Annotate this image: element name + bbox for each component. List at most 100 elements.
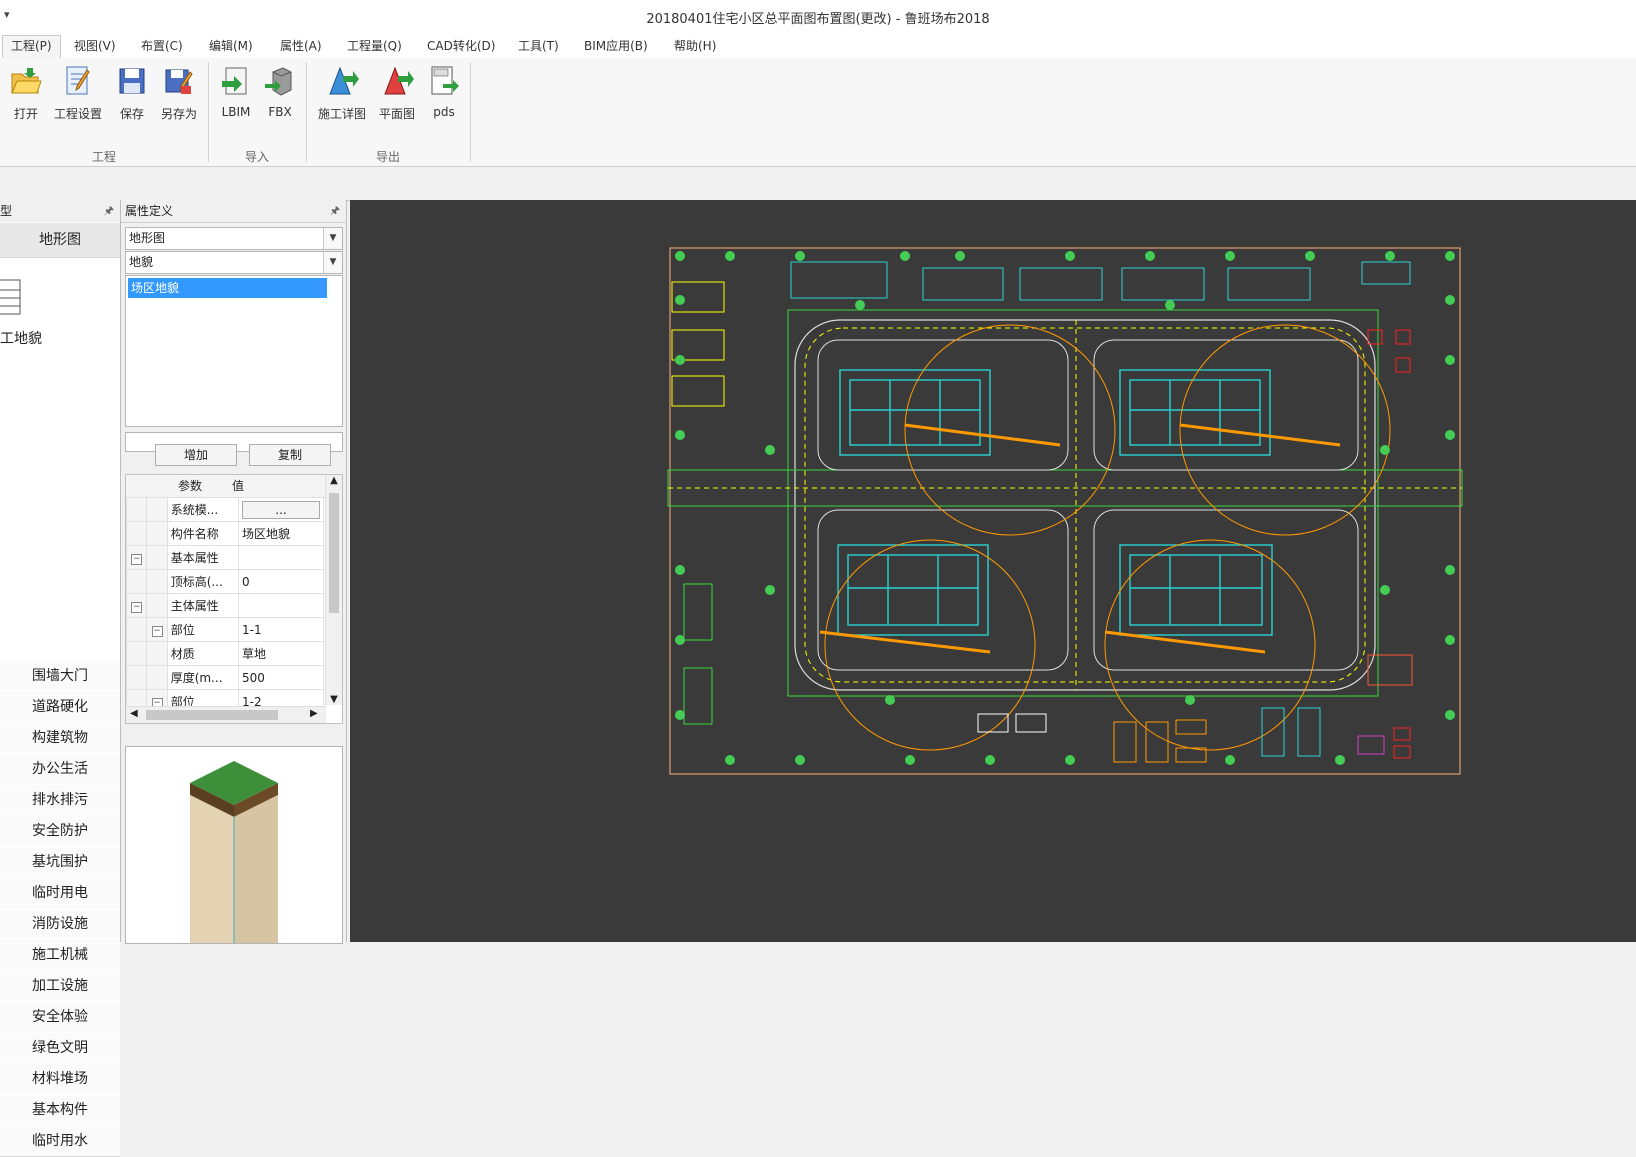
export-plan-button[interactable]: 平面图 xyxy=(374,64,420,122)
menu-view[interactable]: 视图(V) xyxy=(66,36,124,56)
title-bar: ▾ 20180401住宅小区总平面图布置图(更改) - 鲁班场布2018 xyxy=(0,0,1636,33)
param-key: 部位 xyxy=(166,617,240,642)
pin-icon[interactable]: 🖈 xyxy=(330,200,340,222)
menu-project[interactable]: 工程(P) xyxy=(2,35,61,59)
menu-cad-convert[interactable]: CAD转化(D) xyxy=(419,36,503,56)
category-water[interactable]: 临时用水 xyxy=(0,1125,120,1157)
add-button[interactable]: 增加 xyxy=(155,444,237,466)
pds-icon xyxy=(431,66,459,95)
save-button[interactable]: 保存 xyxy=(112,64,152,122)
param-value[interactable]: 500 xyxy=(238,665,324,690)
project-settings-button[interactable]: 工程设置 xyxy=(50,64,106,122)
building-ne xyxy=(1119,369,1271,456)
param-value[interactable]: 0 xyxy=(238,569,324,594)
category-wall-gate[interactable]: 围墙大门 xyxy=(0,660,120,692)
menu-tools[interactable]: 工具(T) xyxy=(510,36,567,56)
open-button[interactable]: 打开 xyxy=(6,64,46,122)
table-row: 系统模... ... xyxy=(126,497,324,522)
export-pds-button[interactable]: pds xyxy=(424,64,464,119)
menu-quantity[interactable]: 工程量(Q) xyxy=(339,36,410,56)
panel-title: 属性定义 xyxy=(125,204,174,218)
param-value[interactable]: 1-1 xyxy=(238,617,324,642)
category-road[interactable]: 道路硬化 xyxy=(0,691,120,723)
group-separator xyxy=(306,62,307,162)
category-green[interactable]: 绿色文明 xyxy=(0,1032,120,1064)
copy-button[interactable]: 复制 xyxy=(249,444,331,466)
category-structures[interactable]: 构建筑物 xyxy=(0,722,120,754)
category-pit[interactable]: 基坑围护 xyxy=(0,846,120,878)
param-key: 系统模... xyxy=(166,497,240,522)
category-machinery[interactable]: 施工机械 xyxy=(0,939,120,971)
cad-drawing-canvas[interactable] xyxy=(350,200,1636,942)
folder-open-icon xyxy=(11,68,42,94)
export-plan-label: 平面图 xyxy=(378,107,415,121)
import-lbim-button[interactable]: LBIM xyxy=(214,64,258,119)
table-row: 厚度(m... 500 xyxy=(126,665,324,690)
table-row: 顶标高(... 0 xyxy=(126,569,324,594)
scroll-thumb[interactable] xyxy=(146,710,278,720)
type-combo-value: 地形图 xyxy=(129,231,166,245)
vertical-scrollbar[interactable]: ▲ ▼ xyxy=(325,475,342,705)
scroll-thumb[interactable] xyxy=(329,493,339,613)
scroll-up-icon[interactable]: ▲ xyxy=(326,475,342,491)
param-value[interactable]: 场区地貌 xyxy=(238,521,324,546)
menu-bim[interactable]: BIM应用(B) xyxy=(576,36,656,56)
category-processing[interactable]: 加工设施 xyxy=(0,970,120,1002)
selected-category[interactable]: 地形图 xyxy=(0,222,120,258)
category-drainage[interactable]: 排水排污 xyxy=(0,784,120,816)
menu-bar: 工程(P) 视图(V) 布置(C) 编辑(M) 属性(A) 工程量(Q) CAD… xyxy=(0,32,1636,59)
save-as-label: 另存为 xyxy=(160,107,197,121)
param-key: 厚度(m... xyxy=(166,665,240,690)
category-fire[interactable]: 消防设施 xyxy=(0,908,120,940)
group-label-import: 导入 xyxy=(244,150,269,164)
window-title: 20180401住宅小区总平面图布置图(更改) - 鲁班场布2018 xyxy=(646,12,990,27)
category-power[interactable]: 临时用电 xyxy=(0,877,120,909)
category-item-label[interactable]: 工地貌 xyxy=(0,328,42,348)
collapse-toggle-icon[interactable]: − xyxy=(151,626,163,637)
category-safety[interactable]: 安全防护 xyxy=(0,815,120,847)
scroll-left-icon[interactable]: ◀ xyxy=(130,708,138,719)
param-key: 基本属性 xyxy=(166,545,240,570)
group-separator xyxy=(208,62,209,162)
import-fbx-button[interactable]: FBX xyxy=(260,64,300,119)
category-office[interactable]: 办公生活 xyxy=(0,753,120,785)
subtype-combo[interactable]: 地貌 ▼ xyxy=(125,251,343,274)
menu-layout[interactable]: 布置(C) xyxy=(133,36,191,56)
chevron-down-icon[interactable]: ▼ xyxy=(323,252,342,273)
list-item[interactable]: 场区地貌 xyxy=(128,278,327,298)
menu-edit[interactable]: 编辑(M) xyxy=(201,36,261,56)
chevron-down-icon[interactable]: ▼ xyxy=(323,228,342,249)
block-ne xyxy=(1093,339,1359,471)
menu-attributes[interactable]: 属性(A) xyxy=(272,36,330,56)
subtype-combo-value: 地貌 xyxy=(129,255,154,269)
table-row: − 基本属性 xyxy=(126,545,324,570)
collapse-toggle-icon[interactable]: − xyxy=(131,554,143,565)
ellipsis-button[interactable]: ... xyxy=(242,500,320,519)
param-value[interactable]: 草地 xyxy=(238,641,324,666)
building-se xyxy=(1119,544,1273,636)
param-value xyxy=(238,593,324,618)
category-material[interactable]: 材料堆场 xyxy=(0,1063,120,1095)
header-value: 值 xyxy=(232,479,245,493)
scroll-right-icon[interactable]: ▶ xyxy=(310,708,318,719)
category-basic[interactable]: 基本构件 xyxy=(0,1094,120,1126)
horizontal-scrollbar[interactable]: ◀ ▶ xyxy=(126,706,326,723)
open-label: 打开 xyxy=(13,107,38,121)
building-sw xyxy=(837,544,989,636)
type-combo[interactable]: 地形图 ▼ xyxy=(125,227,343,250)
collapse-toggle-icon[interactable]: − xyxy=(131,602,143,613)
settings-doc-icon xyxy=(66,66,90,95)
pin-icon[interactable]: 🖈 xyxy=(104,200,114,222)
ribbon: 打开 工程设置 保存 另存为 工程 LBIM FBX 导入 施工详图 平面图 p… xyxy=(0,58,1636,167)
export-plan-icon xyxy=(384,66,414,95)
component-type-panel: 型 🖈 地形图 工地貌 围墙大门 道路硬化 构建筑物 办公生活 排水排污 安全防… xyxy=(0,200,121,1157)
category-experience[interactable]: 安全体验 xyxy=(0,1001,120,1033)
magenta-device xyxy=(1357,735,1385,755)
export-detail-button[interactable]: 施工详图 xyxy=(314,64,370,122)
scroll-down-icon[interactable]: ▼ xyxy=(326,694,342,705)
table-row: − 部位 1-1 xyxy=(126,617,324,642)
save-as-button[interactable]: 另存为 xyxy=(154,64,204,122)
menu-help[interactable]: 帮助(H) xyxy=(666,36,724,56)
export-detail-label: 施工详图 xyxy=(317,107,366,121)
group-label-export: 导出 xyxy=(375,150,400,164)
